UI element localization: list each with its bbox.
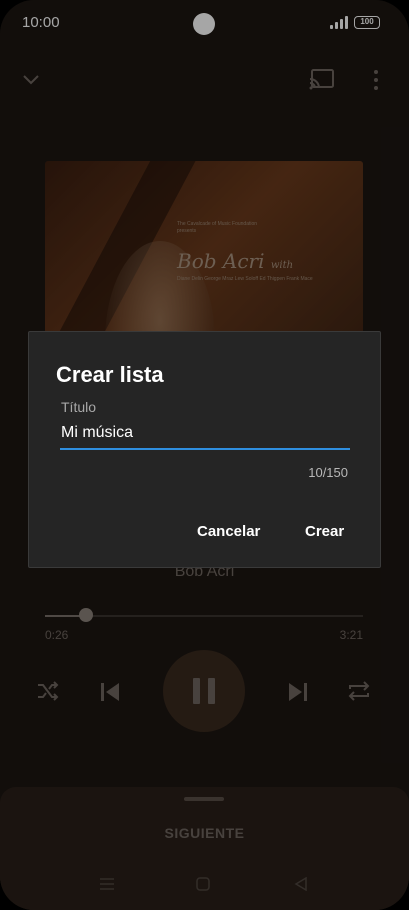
title-field-label: Título [61, 399, 97, 415]
cancel-button[interactable]: Cancelar [197, 523, 260, 540]
character-counter: 10/150 [308, 465, 348, 480]
create-button[interactable]: Crear [305, 523, 344, 540]
create-playlist-dialog: Crear lista Título 10/150 Cancelar Crear [28, 331, 381, 568]
playlist-title-input[interactable] [60, 422, 350, 450]
dialog-title: Crear lista [56, 362, 164, 387]
phone-screen: 10:00 100 The Cavalcade of Music Foundat… [0, 0, 409, 910]
